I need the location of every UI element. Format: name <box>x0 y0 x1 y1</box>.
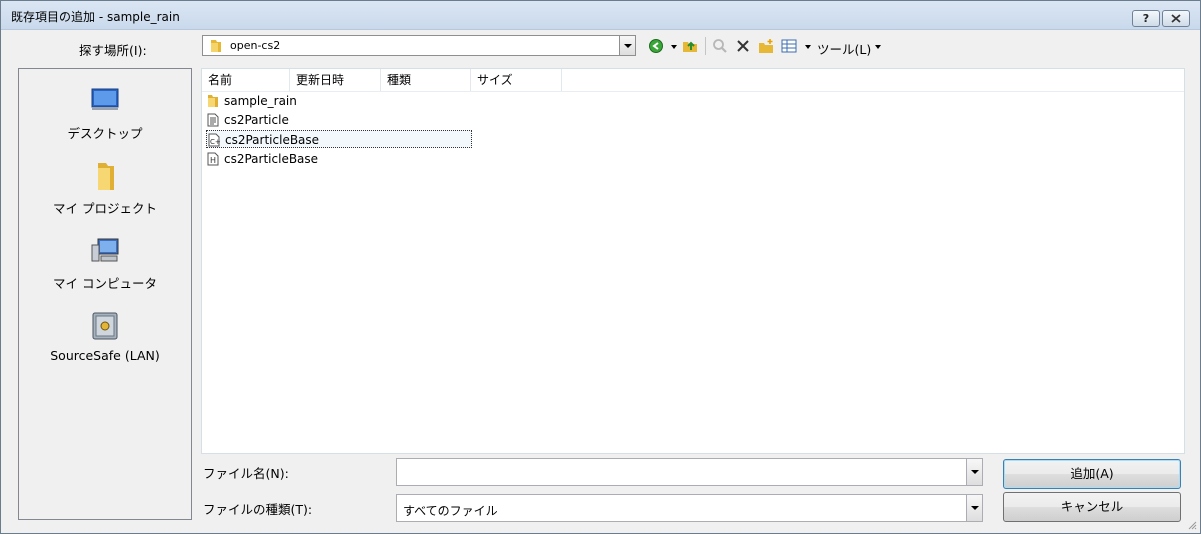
resize-grip-icon[interactable] <box>1187 520 1197 530</box>
add-existing-item-dialog: 既存項目の追加 - sample_rain ? 探す場所(I): open-cs… <box>0 0 1201 534</box>
up-folder-icon[interactable] <box>682 38 698 54</box>
desktop-icon <box>91 88 119 110</box>
toolbar-separator <box>705 37 706 55</box>
lookin-combo[interactable]: open-cs2 <box>202 35 636 56</box>
lookin-label: 探す場所(I): <box>79 43 147 58</box>
filetype-dropdown-arrow[interactable] <box>966 495 982 521</box>
filename-input[interactable] <box>396 458 983 486</box>
lookin-value: open-cs2 <box>230 39 281 52</box>
views-dropdown-arrow[interactable] <box>805 45 811 49</box>
text-file-icon <box>207 113 219 127</box>
window-title: 既存項目の追加 - sample_rain <box>11 10 180 24</box>
item-name: cs2Particle <box>224 113 289 127</box>
filetype-label: ファイルの種類(T): <box>203 502 313 517</box>
column-header-size[interactable]: サイズ <box>471 69 562 91</box>
close-icon <box>1171 14 1181 23</box>
search-web-icon[interactable] <box>712 38 728 54</box>
tools-menu[interactable]: ツール(L) <box>817 39 871 58</box>
views-icon[interactable] <box>781 38 797 54</box>
filename-label: ファイル名(N): <box>203 466 289 481</box>
list-item[interactable]: H cs2ParticleBase <box>206 150 466 168</box>
new-folder-icon[interactable] <box>758 38 774 54</box>
column-header-type[interactable]: 種類 <box>381 69 471 91</box>
column-header-modified[interactable]: 更新日時 <box>290 69 381 91</box>
back-dropdown-arrow[interactable] <box>671 45 677 49</box>
cancel-button[interactable]: キャンセル <box>1003 492 1181 522</box>
list-item-selected[interactable]: C+ cs2ParticleBase <box>206 130 472 148</box>
list-item[interactable]: cs2Particle <box>206 111 466 129</box>
back-icon[interactable] <box>648 38 664 54</box>
item-name: sample_rain <box>224 94 297 108</box>
svg-text:H: H <box>210 156 216 165</box>
place-label: マイ プロジェクト <box>53 201 157 216</box>
sourcesafe-icon <box>92 312 118 340</box>
svg-text:C+: C+ <box>210 138 221 146</box>
column-header-name[interactable]: 名前 <box>202 69 290 91</box>
folder-icon <box>98 163 114 190</box>
header-file-icon: H <box>207 152 219 166</box>
list-item[interactable]: sample_rain <box>206 92 466 110</box>
item-name: cs2ParticleBase <box>224 152 319 166</box>
place-label: デスクトップ <box>67 126 143 141</box>
delete-icon[interactable] <box>735 38 751 54</box>
cpp-file-icon: C+ <box>208 133 221 147</box>
folder-icon <box>208 95 218 107</box>
filename-dropdown-arrow[interactable] <box>966 459 982 485</box>
places-bar: デスクトップ マイ プロジェクト マイ コンピュータ SourceSafe (L… <box>18 68 192 520</box>
list-edge <box>1185 68 1199 454</box>
computer-icon <box>91 238 119 262</box>
lookin-dropdown-arrow[interactable] <box>619 36 635 55</box>
item-name: cs2ParticleBase <box>225 133 320 147</box>
close-button[interactable] <box>1162 10 1190 27</box>
help-button[interactable]: ? <box>1132 10 1160 27</box>
place-label: SourceSafe (LAN) <box>50 348 160 363</box>
tools-dropdown-arrow[interactable] <box>875 45 881 49</box>
place-label: マイ コンピュータ <box>53 276 157 291</box>
filetype-select[interactable]: すべてのファイル <box>396 494 983 522</box>
title-bar[interactable]: 既存項目の追加 - sample_rain ? <box>1 1 1200 30</box>
file-list[interactable]: 名前 更新日時 種類 サイズ sample_rain cs2Particle C… <box>201 68 1185 454</box>
folder-icon <box>211 40 221 52</box>
add-button[interactable]: 追加(A) <box>1003 459 1181 489</box>
filetype-value: すべてのファイル <box>403 504 498 518</box>
